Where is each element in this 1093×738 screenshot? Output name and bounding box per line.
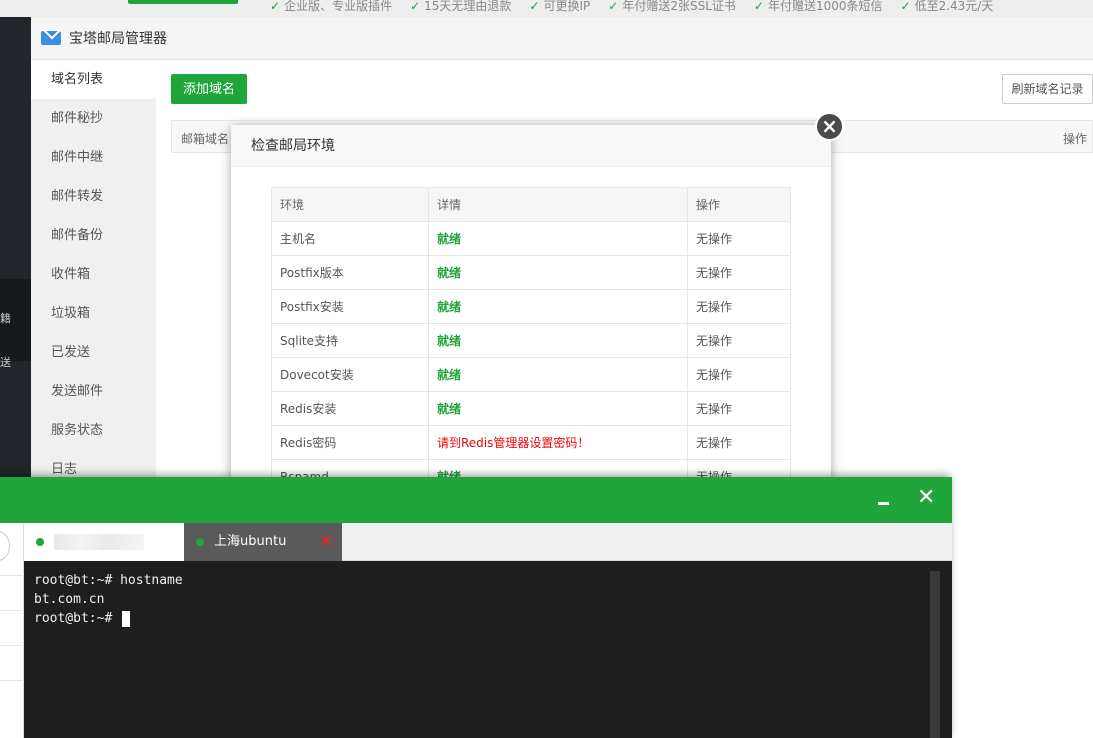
table-row: 主机名 就绪 无操作 xyxy=(271,221,791,256)
promo-item: ✓ 15天无理由退款 xyxy=(410,0,512,13)
env-operation: 无操作 xyxy=(687,255,791,290)
divider xyxy=(0,610,24,611)
env-operation: 无操作 xyxy=(687,289,791,324)
promo-list: ✓ 企业版、专业版插件 ✓ 15天无理由退款 ✓ 可更换IP ✓ 年付赠送2张SSL证书… xyxy=(270,0,993,14)
menu-item-spam[interactable]: 垃圾箱 xyxy=(31,294,156,333)
env-name: Redis密码 xyxy=(271,425,429,460)
divider xyxy=(0,645,24,646)
close-icon[interactable]: × xyxy=(815,112,844,141)
terminal-host-list xyxy=(0,523,24,738)
env-status: 就绪 xyxy=(428,255,688,290)
menu-item-relay[interactable]: 邮件中继 xyxy=(31,138,156,177)
environment-table: 环境 详情 操作 主机名 就绪 无操作 Postfix版本 就绪 无操作 Postfix… xyxy=(271,187,791,485)
env-name: Postfix版本 xyxy=(271,255,429,290)
column-header-detail: 详情 xyxy=(428,187,688,222)
env-operation: 无操作 xyxy=(687,391,791,426)
terminal-line: bt.com.cn xyxy=(34,592,105,607)
table-row: Redis密码 请到Redis管理器设置密码！ 无操作 xyxy=(271,425,791,460)
add-domain-button[interactable]: 添加域名 xyxy=(171,74,248,104)
terminal-line: root@bt:~# xyxy=(34,611,121,626)
check-icon: ✓ xyxy=(410,0,421,13)
env-name: Redis安装 xyxy=(271,391,429,426)
check-icon: ✓ xyxy=(753,0,764,13)
table-header-row: 环境 详情 操作 xyxy=(271,187,791,222)
check-icon: ✓ xyxy=(270,0,281,13)
promo-item: ✓ 低至2.43元/天 xyxy=(900,0,994,13)
env-status: 就绪 xyxy=(428,357,688,392)
close-icon[interactable]: ✕ xyxy=(917,485,935,510)
promo-item: ✓ 年付赠送2张SSL证书 xyxy=(608,0,736,13)
sidebar-item-label[interactable]: 送 xyxy=(0,354,11,370)
menu-item-compose[interactable]: 发送邮件 xyxy=(31,372,156,411)
column-header-env: 环境 xyxy=(271,187,429,222)
redacted-host-name xyxy=(54,533,144,550)
env-operation: 无操作 xyxy=(687,323,791,358)
status-dot-icon xyxy=(36,537,44,546)
env-name: Postfix安装 xyxy=(271,289,429,324)
column-header-domain: 邮箱域名 xyxy=(181,132,230,146)
promo-bar: ✓ 企业版、专业版插件 ✓ 15天无理由退款 ✓ 可更换IP ✓ 年付赠送2张SSL证书… xyxy=(0,0,1093,17)
menu-item-sent[interactable]: 已发送 xyxy=(31,333,156,372)
terminal-screen[interactable]: root@bt:~# hostname bt.com.cn root@bt:~# xyxy=(24,561,952,738)
buy-button[interactable] xyxy=(128,0,238,4)
env-operation: 无操作 xyxy=(687,425,791,460)
tab-label: 上海ubuntu xyxy=(214,534,287,549)
env-name: Dovecot安装 xyxy=(271,357,429,392)
minimize-icon[interactable] xyxy=(876,489,890,509)
tab-host-1[interactable] xyxy=(24,523,184,561)
env-status[interactable]: 请到Redis管理器设置密码！ xyxy=(428,425,688,460)
table-row: Sqlite支持 就绪 无操作 xyxy=(271,323,791,358)
close-tab-icon[interactable]: ✕ xyxy=(319,523,334,561)
status-dot-icon xyxy=(196,537,204,546)
tab-host-shanghai-ubuntu[interactable]: 上海ubuntu ✕ xyxy=(184,523,342,561)
promo-item: ✓ 企业版、专业版插件 xyxy=(270,0,393,13)
env-operation: 无操作 xyxy=(687,357,791,392)
column-header-operation: 操作 xyxy=(1062,132,1087,146)
check-icon: ✓ xyxy=(608,0,619,13)
terminal-titlebar: ✕ xyxy=(0,477,952,523)
menu-item-bcc[interactable]: 邮件秘抄 xyxy=(31,99,156,138)
env-name: Sqlite支持 xyxy=(271,323,429,358)
terminal-window: ✕ 上海ubuntu ✕ root@bt:~# hostname bt.com.… xyxy=(0,477,952,738)
check-icon: ✓ xyxy=(900,0,911,13)
menu-item-inbox[interactable]: 收件箱 xyxy=(31,255,156,294)
check-icon: ✓ xyxy=(529,0,540,13)
host-avatar[interactable] xyxy=(0,531,10,561)
terminal-cursor xyxy=(122,610,131,627)
divider xyxy=(0,575,24,576)
terminal-tabs: 上海ubuntu ✕ xyxy=(24,523,952,561)
table-row: Dovecot安装 就绪 无操作 xyxy=(271,357,791,392)
table-row: Postfix版本 就绪 无操作 xyxy=(271,255,791,290)
env-name: 主机名 xyxy=(271,221,429,256)
table-row: Redis安装 就绪 无操作 xyxy=(271,391,791,426)
promo-item: ✓ 可更换IP xyxy=(529,0,591,13)
terminal-line: root@bt:~# hostname xyxy=(34,573,183,588)
env-status: 就绪 xyxy=(428,323,688,358)
menu-item-service-status[interactable]: 服务状态 xyxy=(31,411,156,450)
divider xyxy=(0,680,24,681)
env-operation: 无操作 xyxy=(687,221,791,256)
menu-item-domains[interactable]: 域名列表 xyxy=(31,60,156,99)
env-status: 就绪 xyxy=(428,289,688,324)
window-title: 宝塔邮局管理器 xyxy=(69,31,167,47)
terminal-scrollbar[interactable] xyxy=(930,571,940,738)
sidebar-item-label[interactable]: 籍 xyxy=(0,310,11,326)
mail-icon xyxy=(41,31,61,45)
window-titlebar: 宝塔邮局管理器 xyxy=(31,17,1093,60)
menu-item-forward[interactable]: 邮件转发 xyxy=(31,177,156,216)
env-status: 就绪 xyxy=(428,221,688,256)
column-header-op: 操作 xyxy=(687,187,791,222)
promo-item: ✓ 年付赠送1000条短信 xyxy=(753,0,883,13)
refresh-domain-records-button[interactable]: 刷新域名记录 xyxy=(1002,74,1093,104)
terminal-prompt-line: root@bt:~# xyxy=(34,609,942,628)
menu-item-backup[interactable]: 邮件备份 xyxy=(31,216,156,255)
dialog-title: 检查邮局环境 xyxy=(231,125,831,167)
table-row: Postfix安装 就绪 无操作 xyxy=(271,289,791,324)
environment-check-dialog: 检查邮局环境 环境 详情 操作 主机名 就绪 无操作 Postfix版本 就绪 无操作 … xyxy=(231,125,831,485)
env-status: 就绪 xyxy=(428,391,688,426)
